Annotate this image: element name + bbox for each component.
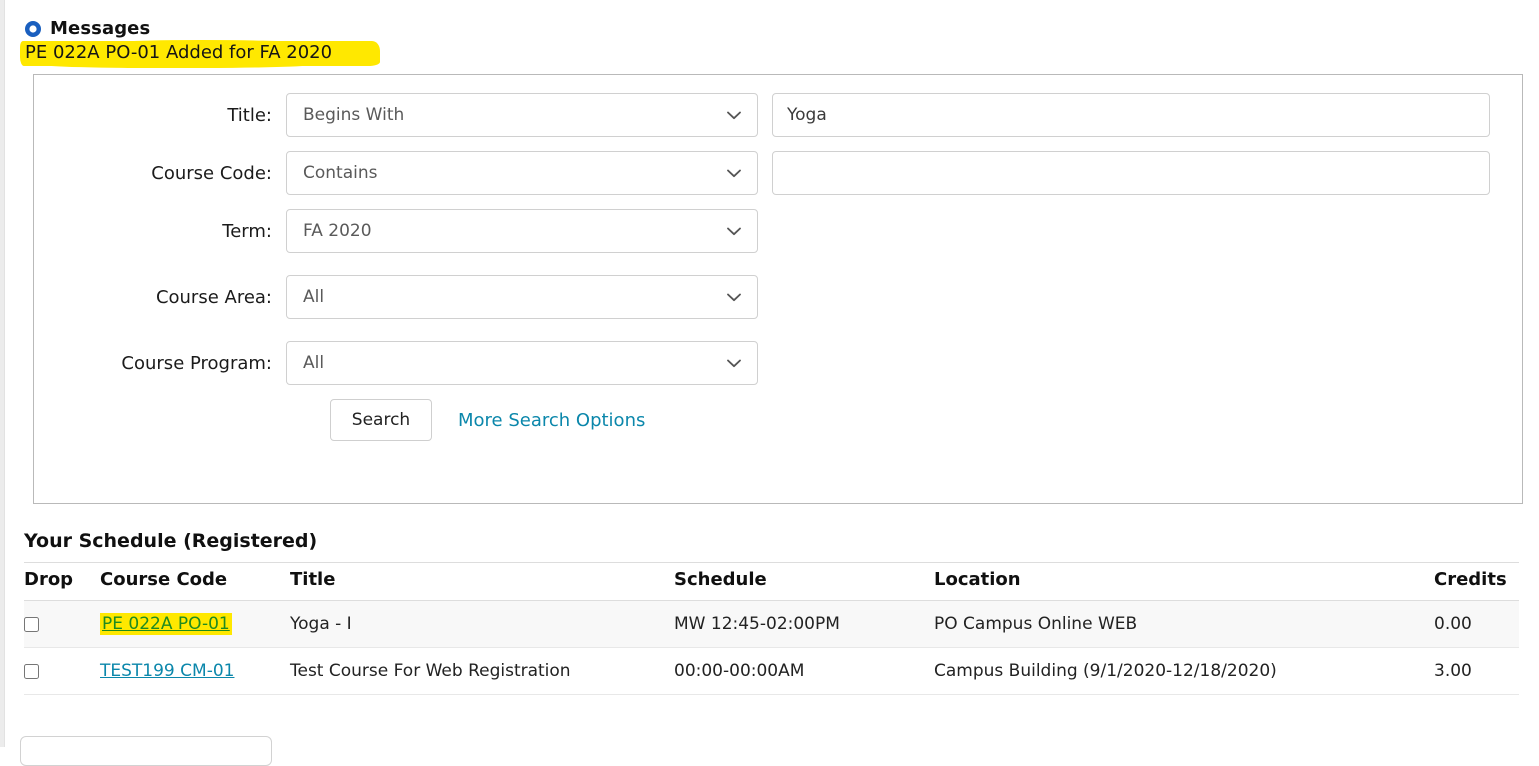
label-course-program: Course Program: — [121, 352, 272, 374]
message-banner: PE 022A PO-01 Added for FA 2020 — [20, 40, 1539, 68]
drop-checkbox-row-2[interactable] — [24, 663, 39, 679]
course-title-cell: Yoga - I — [290, 600, 674, 648]
more-search-options-link[interactable]: More Search Options — [458, 410, 645, 431]
search-actions: Search More Search Options — [34, 399, 1522, 441]
col-header-title: Title — [290, 562, 674, 601]
label-course-code: Course Code: — [151, 162, 272, 184]
course-schedule-cell: MW 12:45-02:00PM — [674, 600, 934, 648]
messages-title: Messages — [50, 18, 151, 39]
label-term: Term: — [222, 220, 272, 242]
course-code-cell: TEST199 CM-01 — [100, 647, 290, 695]
schedule-heading: Your Schedule (Registered) — [24, 530, 318, 552]
chevron-down-icon — [727, 227, 741, 235]
course-location-cell: Campus Building (9/1/2020-12/18/2020) — [934, 647, 1434, 695]
clipped-bottom-control[interactable] — [20, 736, 272, 766]
label-title: Title: — [227, 104, 272, 126]
title-text-input[interactable]: Yoga — [772, 93, 1490, 137]
course-area-value: All — [303, 287, 325, 307]
course-schedule-cell: 00:00-00:00AM — [674, 647, 934, 695]
drop-cell — [24, 647, 100, 695]
col-header-credits: Credits — [1434, 562, 1519, 601]
table-row: PE 022A PO-01 Yoga - I MW 12:45-02:00PM … — [24, 600, 1519, 648]
course-area-select[interactable]: All — [286, 275, 758, 319]
course-credits-cell: 0.00 — [1434, 600, 1519, 648]
table-row: TEST199 CM-01 Test Course For Web Regist… — [24, 647, 1519, 695]
registration-page: Messages PE 022A PO-01 Added for FA 2020… — [0, 0, 1539, 766]
info-circle-icon — [25, 20, 41, 37]
col-header-schedule: Schedule — [674, 562, 934, 601]
title-operator-value: Begins With — [303, 105, 405, 125]
course-code-cell: PE 022A PO-01 — [100, 600, 290, 648]
course-location-cell: PO Campus Online WEB — [934, 600, 1434, 648]
schedule-table: Drop Course Code Title Schedule Location… — [24, 562, 1519, 695]
chevron-down-icon — [727, 169, 741, 177]
chevron-down-icon — [727, 111, 741, 119]
course-code-link-test199-cm-01[interactable]: TEST199 CM-01 — [100, 661, 234, 681]
title-text-value: Yoga — [787, 105, 827, 125]
message-text: PE 022A PO-01 Added for FA 2020 — [25, 42, 333, 63]
course-title-cell: Test Course For Web Registration — [290, 647, 674, 695]
course-credits-cell: 3.00 — [1434, 647, 1519, 695]
title-operator-select[interactable]: Begins With — [286, 93, 758, 137]
drop-checkbox-row-1[interactable] — [24, 616, 39, 632]
messages-header: Messages — [24, 0, 1539, 39]
drop-cell — [24, 600, 100, 648]
course-code-operator-value: Contains — [303, 163, 378, 183]
chevron-down-icon — [727, 293, 741, 301]
course-program-value: All — [303, 353, 325, 373]
course-code-text-input[interactable] — [772, 151, 1490, 195]
form-row-course-program: Course Program: All — [34, 341, 1522, 385]
course-code-operator-select[interactable]: Contains — [286, 151, 758, 195]
course-program-select[interactable]: All — [286, 341, 758, 385]
label-course-area: Course Area: — [155, 286, 272, 308]
chevron-down-icon — [727, 359, 741, 367]
search-button[interactable]: Search — [330, 399, 432, 441]
col-header-drop: Drop — [24, 562, 100, 601]
col-header-location: Location — [934, 562, 1434, 601]
form-row-course-code: Course Code: Contains — [34, 151, 1522, 195]
form-row-course-area: Course Area: All — [34, 275, 1522, 319]
table-header-row: Drop Course Code Title Schedule Location… — [24, 562, 1519, 601]
term-value: FA 2020 — [303, 221, 372, 241]
term-select[interactable]: FA 2020 — [286, 209, 758, 253]
col-header-course-code: Course Code — [100, 562, 290, 601]
form-row-term: Term: FA 2020 — [34, 209, 1522, 253]
course-search-panel: Title: Begins With Yoga Course Code: Con… — [33, 74, 1523, 504]
form-row-title: Title: Begins With Yoga — [34, 93, 1522, 137]
course-code-link-pe-022a-po-01[interactable]: PE 022A PO-01 — [100, 613, 232, 635]
